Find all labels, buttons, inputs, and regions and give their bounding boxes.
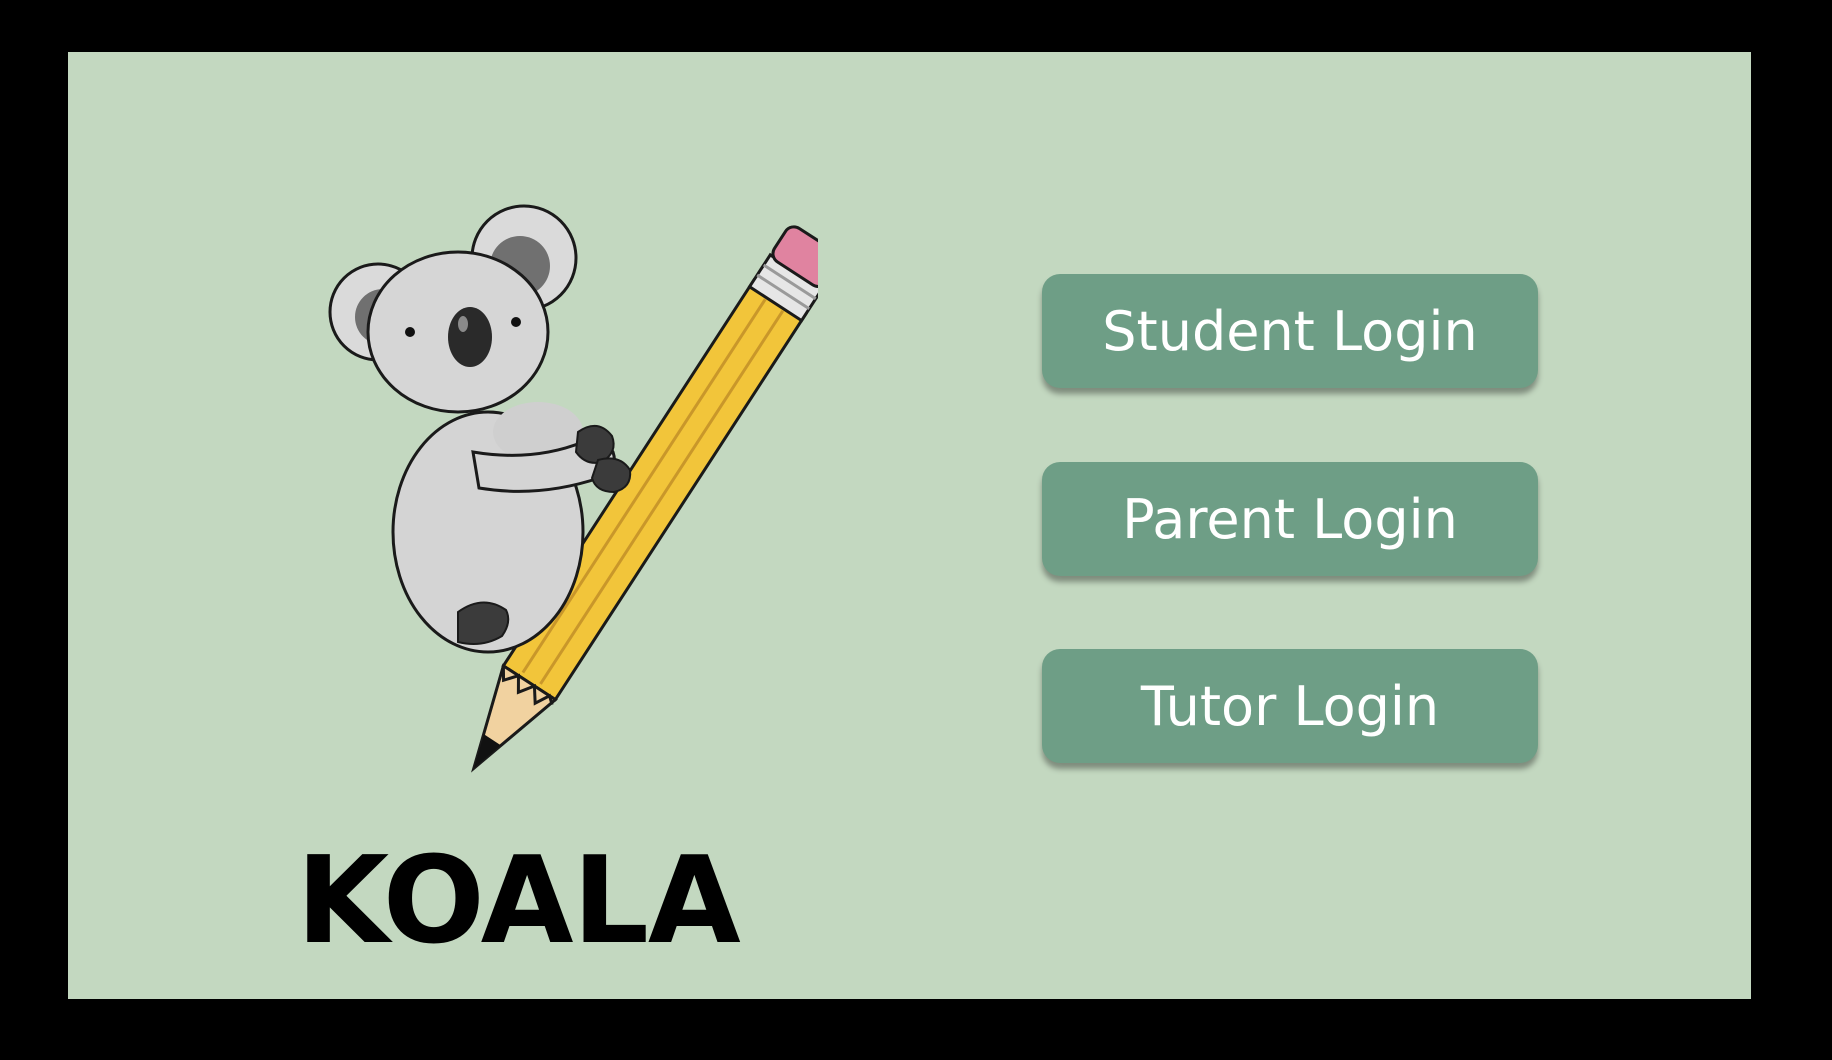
tutor-login-button[interactable]: Tutor Login (1042, 649, 1538, 763)
parent-login-button[interactable]: Parent Login (1042, 462, 1538, 576)
brand-title: KOALA (296, 832, 741, 971)
koala-on-pencil-icon (328, 204, 818, 773)
student-login-button[interactable]: Student Login (1042, 274, 1538, 388)
app-window: KOALA Student Login Parent Login Tutor L… (68, 52, 1751, 999)
